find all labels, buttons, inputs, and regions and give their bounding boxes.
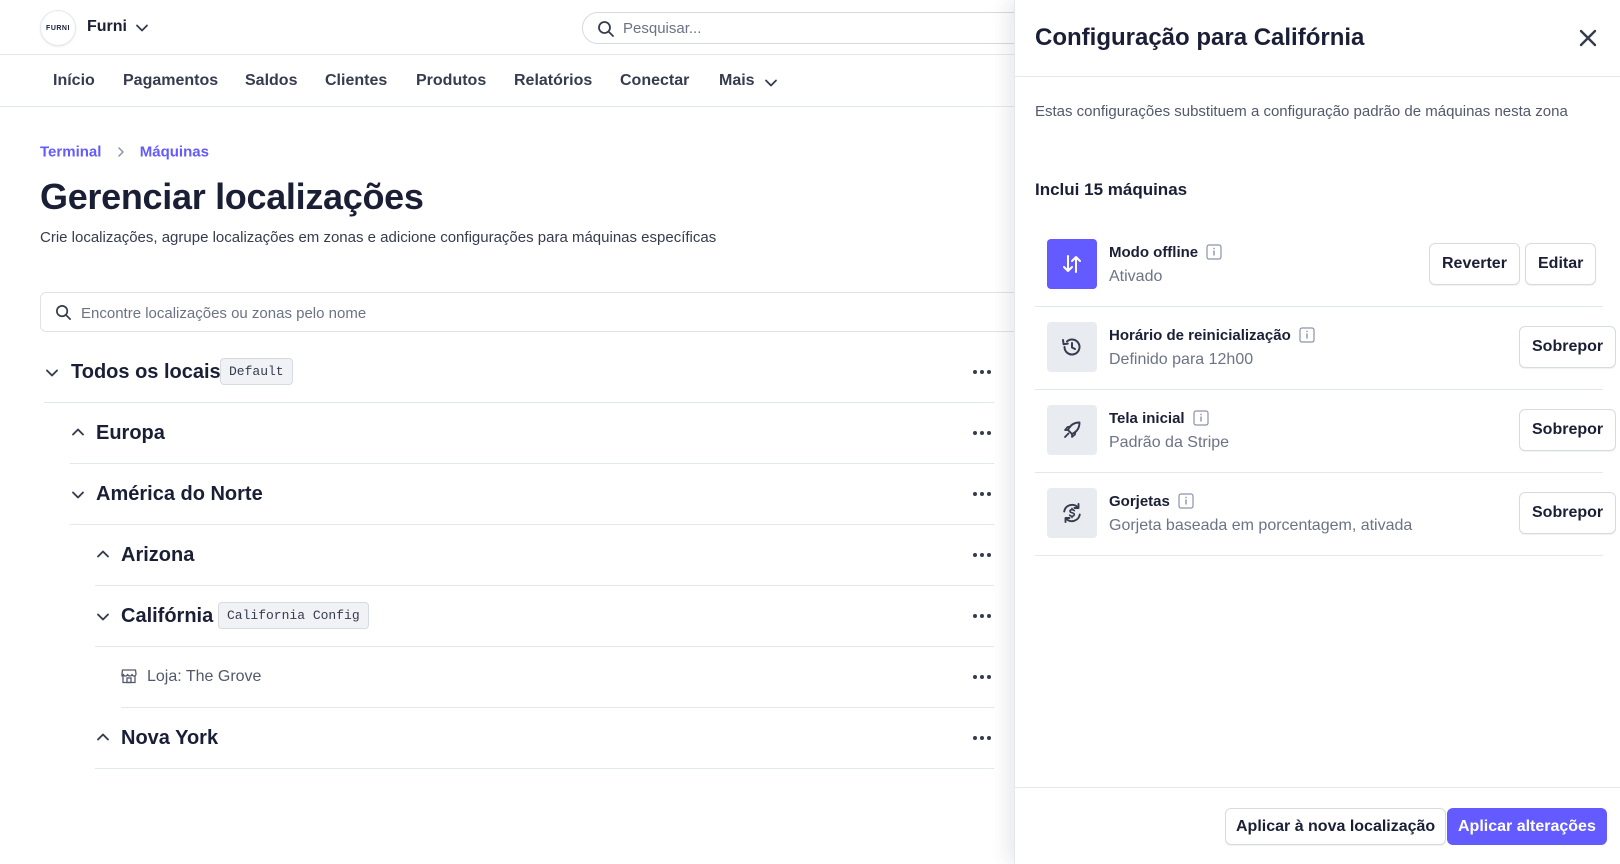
- nav-item-saldos[interactable]: Saldos: [245, 72, 297, 90]
- nav-item-relatorios[interactable]: Relatórios: [514, 72, 592, 90]
- global-search-input[interactable]: [623, 18, 1023, 38]
- tree-row-label: Europa: [96, 422, 165, 444]
- nav-item-inicio[interactable]: Início: [53, 72, 95, 90]
- setting-row-restart-time: Horário de reinicialização Definido para…: [1035, 307, 1617, 390]
- tree-row-loja-the-grove[interactable]: Loja: The Grove: [121, 647, 994, 708]
- info-icon[interactable]: [1192, 409, 1209, 426]
- config-badge: Default: [220, 358, 293, 385]
- location-search[interactable]: [40, 292, 1040, 332]
- page-title: Gerenciar localizações: [40, 176, 424, 217]
- tree-row-europa[interactable]: Europa: [70, 403, 994, 464]
- more-actions-icon[interactable]: [970, 425, 994, 441]
- info-icon[interactable]: [1206, 243, 1222, 260]
- more-actions-icon[interactable]: [970, 364, 994, 380]
- tree-row-label: Arizona: [121, 544, 195, 566]
- chevron-down-icon[interactable]: [134, 20, 150, 36]
- search-icon: [56, 305, 71, 320]
- nav-item-produtos[interactable]: Produtos: [416, 72, 486, 90]
- global-search[interactable]: [582, 12, 1042, 44]
- chevron-up-icon[interactable]: [95, 729, 111, 745]
- tree-row-label: Todos os locais: [71, 361, 221, 383]
- setting-subtitle: Gorjeta baseada em porcentagem, ativada: [1109, 517, 1413, 534]
- setting-title: Gorjetas: [1109, 492, 1194, 510]
- info-icon[interactable]: [1178, 492, 1194, 509]
- setting-title: Horário de reinicialização: [1109, 326, 1315, 344]
- chevron-down-icon[interactable]: [70, 487, 86, 503]
- apply-to-new-location-button[interactable]: Aplicar à nova localização: [1225, 808, 1447, 845]
- nav-item-clientes[interactable]: Clientes: [325, 72, 387, 90]
- chevron-down-icon[interactable]: [44, 365, 60, 381]
- more-actions-icon[interactable]: [970, 547, 994, 563]
- store-icon: [121, 669, 137, 684]
- setting-title-text: Tela inicial: [1109, 410, 1185, 427]
- tree-row-california[interactable]: Califórnia California Config: [95, 586, 994, 647]
- account-name[interactable]: Furni: [87, 18, 127, 36]
- panel-header: Configuração para Califórnia: [1015, 0, 1620, 77]
- chevron-down-icon[interactable]: [763, 75, 779, 91]
- override-button[interactable]: Sobrepor: [1519, 492, 1617, 534]
- breadcrumb-maquinas[interactable]: Máquinas: [140, 144, 209, 161]
- setting-row-offline-mode: Modo offline Ativado Reverter Editar: [1035, 224, 1603, 307]
- main-nav: Início Pagamentos Saldos Clientes Produt…: [0, 56, 1020, 107]
- chevron-up-icon[interactable]: [95, 546, 111, 562]
- breadcrumb: Terminal Máquinas: [40, 143, 209, 161]
- brand-logo[interactable]: FURNI: [40, 10, 76, 46]
- panel-description: Estas configurações substituem a configu…: [1035, 103, 1568, 120]
- setting-subtitle: Padrão da Stripe: [1109, 434, 1230, 451]
- tree-row-label: Nova York: [121, 727, 219, 749]
- override-button[interactable]: Sobrepor: [1519, 326, 1617, 368]
- setting-tile: [1047, 239, 1097, 289]
- tree-row-label: América do Norte: [96, 483, 263, 505]
- tree-row-todos-os-locais[interactable]: Todos os locais Default: [44, 342, 994, 403]
- nav-item-mais[interactable]: Mais: [719, 72, 755, 90]
- history-icon: [1062, 338, 1081, 356]
- override-button[interactable]: Sobrepor: [1519, 409, 1617, 451]
- setting-subtitle: Definido para 12h00: [1109, 351, 1254, 368]
- nav-item-conectar[interactable]: Conectar: [620, 72, 689, 90]
- tree-row-label: Loja: The Grove: [147, 668, 262, 685]
- setting-subtitle: Ativado: [1109, 268, 1163, 285]
- tree-row-arizona[interactable]: Arizona: [95, 525, 994, 586]
- setting-title-text: Horário de reinicialização: [1109, 327, 1291, 344]
- setting-tile: [1047, 488, 1097, 538]
- tree-row-label: Califórnia: [121, 605, 214, 627]
- tip-icon: [1063, 503, 1081, 523]
- more-actions-icon[interactable]: [970, 730, 994, 746]
- info-icon[interactable]: [1299, 326, 1315, 343]
- machine-count: Inclui 15 máquinas: [1035, 180, 1188, 199]
- search-icon: [598, 21, 614, 37]
- brand-logo-text: FURNI: [46, 24, 70, 32]
- setting-title-text: Modo offline: [1109, 244, 1199, 261]
- panel-title: Configuração para Califórnia: [1035, 24, 1365, 51]
- setting-title: Modo offline: [1109, 243, 1222, 261]
- close-icon[interactable]: [1576, 26, 1600, 50]
- more-actions-icon[interactable]: [970, 669, 994, 685]
- setting-tile: [1047, 322, 1097, 372]
- setting-title-text: Gorjetas: [1109, 493, 1170, 510]
- breadcrumb-terminal[interactable]: Terminal: [40, 144, 101, 161]
- setting-row-tipping: Gorjetas Gorjeta baseada em porcentagem,…: [1035, 473, 1617, 556]
- apply-changes-button[interactable]: Aplicar alterações: [1447, 808, 1607, 845]
- config-badge: California Config: [218, 602, 369, 629]
- edit-button[interactable]: Editar: [1525, 243, 1597, 285]
- config-panel: Configuração para Califórnia Estas confi…: [1014, 0, 1620, 864]
- setting-title: Tela inicial: [1109, 409, 1209, 427]
- arrows-up-down-icon: [1063, 255, 1081, 273]
- chevron-up-icon[interactable]: [70, 424, 86, 440]
- revert-button[interactable]: Reverter: [1429, 243, 1520, 285]
- chevron-down-icon[interactable]: [95, 609, 111, 625]
- chevron-right-icon: [117, 147, 124, 157]
- setting-tile: [1047, 405, 1097, 455]
- nav-item-pagamentos[interactable]: Pagamentos: [123, 72, 218, 90]
- setting-row-splash-screen: Tela inicial Padrão da Stripe Sobrepor: [1035, 390, 1617, 473]
- location-search-input[interactable]: [81, 303, 981, 323]
- tree-row-america-do-norte[interactable]: América do Norte: [70, 464, 994, 525]
- page-subtitle: Crie localizações, agrupe localizações e…: [40, 229, 717, 246]
- panel-footer: Aplicar à nova localização Aplicar alter…: [1015, 787, 1620, 864]
- more-actions-icon[interactable]: [970, 486, 994, 502]
- rocket-icon: [1064, 421, 1081, 438]
- tree-row-nova-york[interactable]: Nova York: [95, 708, 994, 769]
- more-actions-icon[interactable]: [970, 608, 994, 624]
